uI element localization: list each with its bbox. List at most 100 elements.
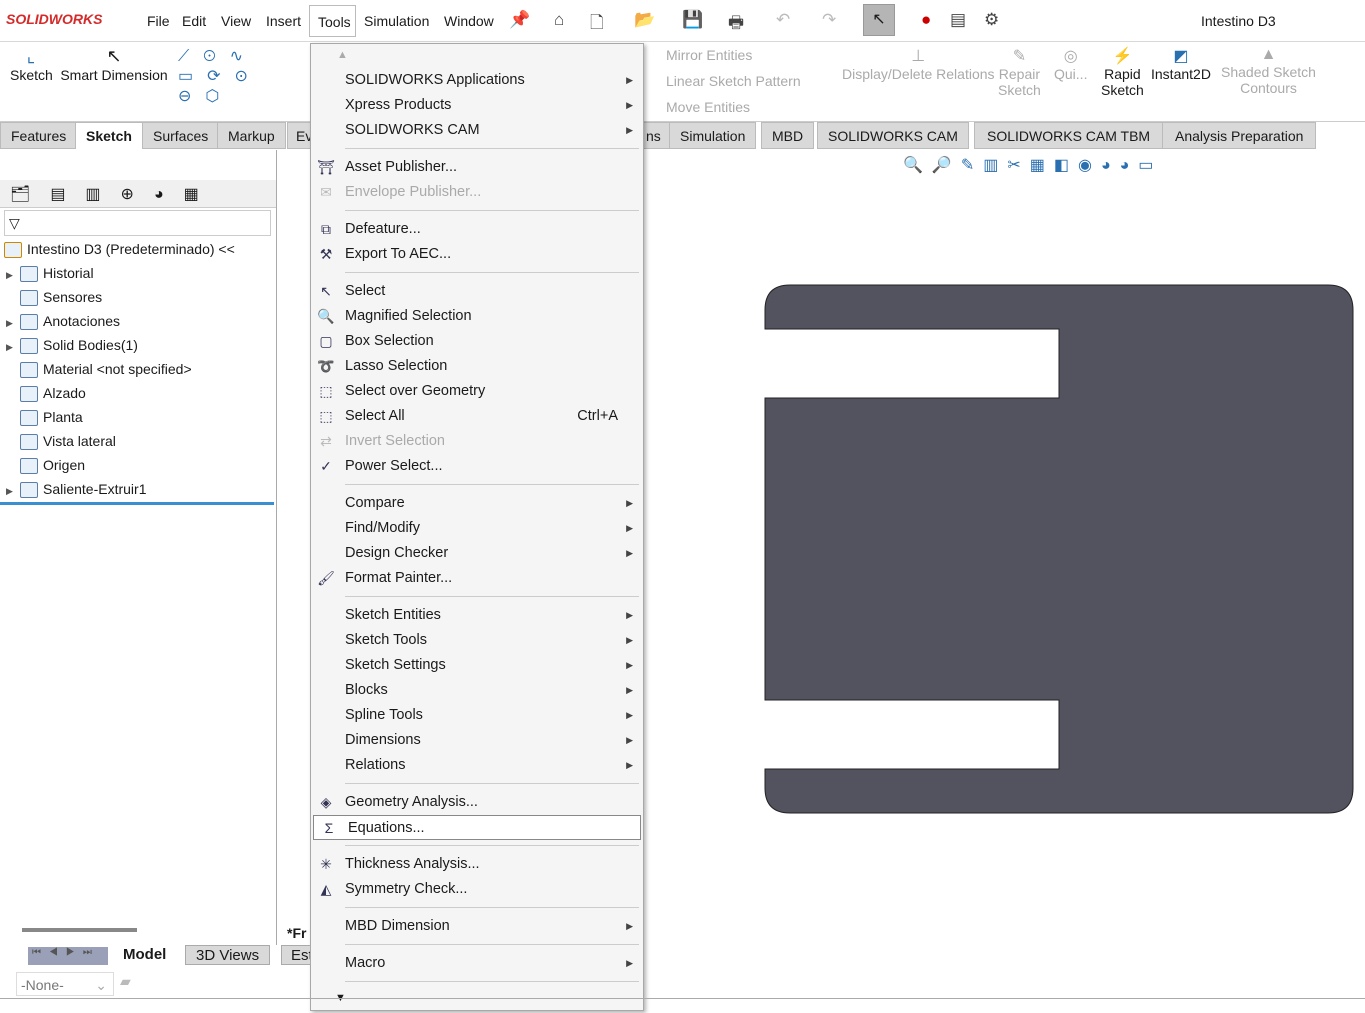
expand-arrow-icon[interactable]: ▶	[6, 318, 18, 329]
configuration-select[interactable]: -None- ⌄	[16, 972, 114, 996]
menu-item-select[interactable]: ↖ Select	[311, 279, 643, 304]
redo-icon[interactable]: ↷	[822, 10, 836, 30]
menu-insert[interactable]: Insert	[266, 13, 301, 29]
menu-item-box-selection[interactable]: ▢ Box Selection	[311, 329, 643, 354]
menu-item-defeature[interactable]: ⧉ Defeature...	[311, 217, 643, 242]
menu-item-thickness-analysis[interactable]: ✳ Thickness Analysis...	[311, 852, 643, 877]
tab-scroll-buttons[interactable]: ⏮◀▶⏭	[28, 947, 108, 965]
tab-features[interactable]: Features	[0, 122, 78, 149]
tab-solidworks-cam[interactable]: SOLIDWORKS CAM	[817, 122, 969, 149]
tree-item[interactable]: Alzado	[0, 385, 86, 409]
menu-item-spline-tools[interactable]: Spline Tools ▶	[311, 703, 643, 728]
menu-item-solidworks-cam[interactable]: SOLIDWORKS CAM ▶	[311, 118, 643, 143]
menu-item-symmetry-check[interactable]: ◭ Symmetry Check...	[311, 877, 643, 902]
display-delete-relations-button[interactable]: ⊥ Display/Delete Relations	[842, 46, 995, 82]
tree-item[interactable]: Origen	[0, 457, 85, 481]
new-file-icon[interactable]: 🗋	[590, 10, 604, 39]
menu-item-equations[interactable]: Σ Equations...	[313, 815, 641, 840]
tab-solidworks-cam-tbm[interactable]: SOLIDWORKS CAM TBM	[974, 122, 1164, 149]
tree-item[interactable]: Sensores	[0, 289, 102, 313]
menu-item-find-modify[interactable]: Find/Modify ▶	[311, 516, 643, 541]
undo-icon[interactable]: ↶	[776, 10, 790, 30]
tab-analysis-preparation[interactable]: Analysis Preparation	[1162, 122, 1317, 149]
expand-arrow-icon[interactable]: ▶	[6, 270, 18, 281]
horizontal-scrollbar[interactable]	[22, 928, 137, 932]
sketch-button[interactable]: ⌞ Sketch	[10, 46, 53, 83]
menu-item-select-over-geometry[interactable]: ⬚ Select over Geometry	[311, 379, 643, 404]
menu-item-envelope-publisher[interactable]: ✉ Envelope Publisher...	[311, 180, 643, 205]
tab-sketch[interactable]: Sketch	[75, 122, 143, 149]
quick-snaps-button[interactable]: ◎ Qui...	[1054, 46, 1087, 82]
tree-item[interactable]: Planta	[0, 409, 83, 433]
menu-tools[interactable]: Tools	[309, 5, 356, 37]
menu-item-sketch-settings[interactable]: Sketch Settings ▶	[311, 653, 643, 678]
sketch-tools-icons[interactable]: ⟋⊙∿ ▭⟳⊙ ⊖⬡	[178, 46, 262, 106]
menu-simulation[interactable]: Simulation	[364, 13, 429, 29]
menu-item-compare[interactable]: Compare ▶	[311, 491, 643, 516]
menu-item-mbd-dimension[interactable]: MBD Dimension ▶	[311, 914, 643, 939]
tree-item[interactable]: Vista lateral	[0, 433, 116, 457]
move-entities-button[interactable]: Move Entities	[666, 99, 750, 115]
gear-icon[interactable]: ⚙	[984, 10, 999, 30]
menu-item-power-select[interactable]: ✓ Power Select...	[311, 454, 643, 479]
sketch-part-shape[interactable]	[760, 280, 1360, 820]
tree-item[interactable]: Material <not specified>	[0, 361, 192, 385]
tab-simulation[interactable]: Simulation	[669, 122, 757, 149]
pin-icon[interactable]: 📌	[509, 10, 530, 30]
tree-root[interactable]: Intestino D3 (Predeterminado) <<	[4, 241, 235, 265]
shaded-sketch-contours-button[interactable]: ▲ Shaded Sketch Contours	[1221, 46, 1316, 96]
instant2d-button[interactable]: ◩ Instant2D	[1151, 46, 1211, 82]
menu-item-dimensions[interactable]: Dimensions ▶	[311, 728, 643, 753]
menu-item-export-to-aec[interactable]: ⚒ Export To AEC...	[311, 242, 643, 267]
select-tool-button[interactable]: ↖	[863, 4, 895, 36]
menu-window[interactable]: Window	[444, 13, 494, 29]
scroll-up-arrow-icon[interactable]: ▲	[311, 44, 643, 68]
tab-model[interactable]: Model	[123, 946, 166, 963]
rapid-sketch-button[interactable]: ⚡ Rapid Sketch	[1101, 46, 1144, 98]
tab-surfaces[interactable]: Surfaces	[142, 122, 220, 149]
smart-dimension-button[interactable]: ↖ Smart Dimension	[60, 46, 168, 83]
menu-item-relations[interactable]: Relations ▶	[311, 753, 643, 778]
tab-addins[interactable]: ns	[643, 122, 672, 149]
menu-edit[interactable]: Edit	[182, 13, 206, 29]
filter-input[interactable]: ▽	[4, 210, 271, 236]
rebuild-icon[interactable]: ●	[921, 10, 931, 30]
panel-tabs[interactable]: 🗂▤▥⊕◕▦	[0, 180, 276, 208]
menu-item-lasso-selection[interactable]: ➰ Lasso Selection	[311, 354, 643, 379]
tree-item[interactable]: ▶ Anotaciones	[0, 313, 120, 337]
menu-item-magnified-selection[interactable]: 🔍 Magnified Selection	[311, 304, 643, 329]
repair-sketch-button[interactable]: ✎ Repair Sketch	[998, 46, 1041, 98]
menu-item-blocks[interactable]: Blocks ▶	[311, 678, 643, 703]
menu-item-format-painter[interactable]: 🖌 Format Painter...	[311, 566, 643, 591]
mirror-entities-button[interactable]: Mirror Entities	[666, 47, 752, 63]
tab-markup[interactable]: Markup	[217, 122, 286, 149]
tab-3d-views[interactable]: 3D Views	[185, 945, 271, 965]
save-icon[interactable]: 💾	[682, 10, 703, 30]
menu-item-design-checker[interactable]: Design Checker ▶	[311, 541, 643, 566]
menu-item-invert-selection[interactable]: ⇄ Invert Selection	[311, 429, 643, 454]
menu-view[interactable]: View	[221, 13, 251, 29]
open-icon[interactable]: 📂	[634, 10, 655, 30]
menu-item-asset-publisher[interactable]: ⛩ Asset Publisher...	[311, 155, 643, 180]
print-icon[interactable]: 🖶	[728, 10, 744, 39]
expand-arrow-icon[interactable]: ▶	[6, 342, 18, 353]
menu-item-select-all[interactable]: ⬚ Select All Ctrl+A	[311, 404, 643, 429]
layers-icon[interactable]: ▰	[120, 973, 131, 990]
heads-up-view-toolbar[interactable]: 🔍🔎✎▥✂▦◧◉◕◕▭	[903, 155, 1162, 175]
menu-item-xpress-products[interactable]: Xpress Products ▶	[311, 93, 643, 118]
rollback-bar[interactable]	[0, 502, 274, 505]
tab-motion-study[interactable]: Est	[281, 945, 311, 965]
expand-arrow-icon[interactable]: ▶	[6, 486, 18, 497]
menu-file[interactable]: File	[147, 13, 170, 29]
tree-item[interactable]: ▶ Solid Bodies(1)	[0, 337, 138, 361]
menu-item-sketch-tools[interactable]: Sketch Tools ▶	[311, 628, 643, 653]
linear-sketch-pattern-button[interactable]: Linear Sketch Pattern	[666, 73, 801, 89]
menu-item-solidworks-applications[interactable]: SOLIDWORKS Applications ▶	[311, 68, 643, 93]
tab-evaluate[interactable]: Ev	[287, 122, 312, 149]
tree-item[interactable]: ▶ Historial	[0, 265, 94, 289]
menu-item-geometry-analysis[interactable]: ◈ Geometry Analysis...	[311, 790, 643, 815]
menu-item-sketch-entities[interactable]: Sketch Entities ▶	[311, 603, 643, 628]
home-icon[interactable]: ⌂	[554, 10, 564, 30]
file-properties-icon[interactable]: ▤	[950, 10, 966, 30]
tab-mbd[interactable]: MBD	[761, 122, 815, 149]
